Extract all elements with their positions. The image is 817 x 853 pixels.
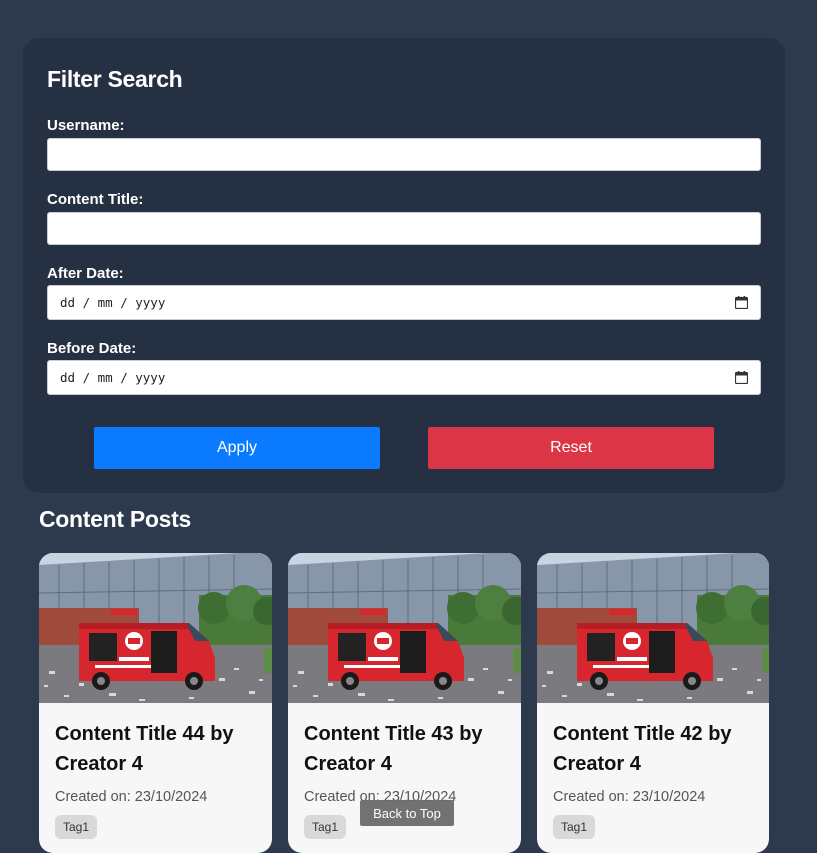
post-card[interactable]: Content Title 42 by Creator 4 Created on…	[537, 553, 769, 853]
calendar-icon[interactable]	[735, 296, 748, 309]
content-posts-heading: Content Posts	[39, 506, 191, 532]
post-card[interactable]: Content Title 44 by Creator 4 Created on…	[39, 553, 272, 853]
username-input[interactable]	[47, 138, 761, 171]
post-title[interactable]: Content Title 43 by Creator 4	[304, 719, 514, 779]
after-date-input[interactable]: dd / mm / yyyy	[47, 285, 761, 320]
filter-panel: Filter Search Username: Content Title: A…	[23, 38, 785, 493]
before-date-label: Before Date:	[47, 340, 137, 357]
reset-button[interactable]: Reset	[428, 427, 714, 469]
post-image[interactable]	[39, 553, 272, 703]
before-date-placeholder: dd / mm / yyyy	[60, 370, 166, 385]
post-image[interactable]	[537, 553, 769, 703]
post-image[interactable]	[288, 553, 521, 703]
before-date-input[interactable]: dd / mm / yyyy	[47, 360, 761, 395]
post-tag[interactable]: Tag1	[55, 815, 98, 839]
username-label: Username:	[47, 117, 125, 134]
post-date: Created on: 23/10/2024	[55, 789, 208, 805]
after-date-label: After Date:	[47, 265, 124, 282]
filter-title: Filter Search	[47, 66, 183, 92]
post-title[interactable]: Content Title 42 by Creator 4	[553, 719, 763, 779]
post-tag[interactable]: Tag1	[553, 815, 596, 839]
apply-button[interactable]: Apply	[94, 427, 380, 469]
after-date-placeholder: dd / mm / yyyy	[60, 295, 166, 310]
back-to-top-button[interactable]: Back to Top	[360, 800, 454, 826]
calendar-icon[interactable]	[735, 371, 748, 384]
post-date: Created on: 23/10/2024	[553, 789, 706, 805]
post-tag[interactable]: Tag1	[304, 815, 347, 839]
content-title-input[interactable]	[47, 212, 761, 245]
content-title-label: Content Title:	[47, 191, 144, 208]
post-title[interactable]: Content Title 44 by Creator 4	[55, 719, 265, 779]
